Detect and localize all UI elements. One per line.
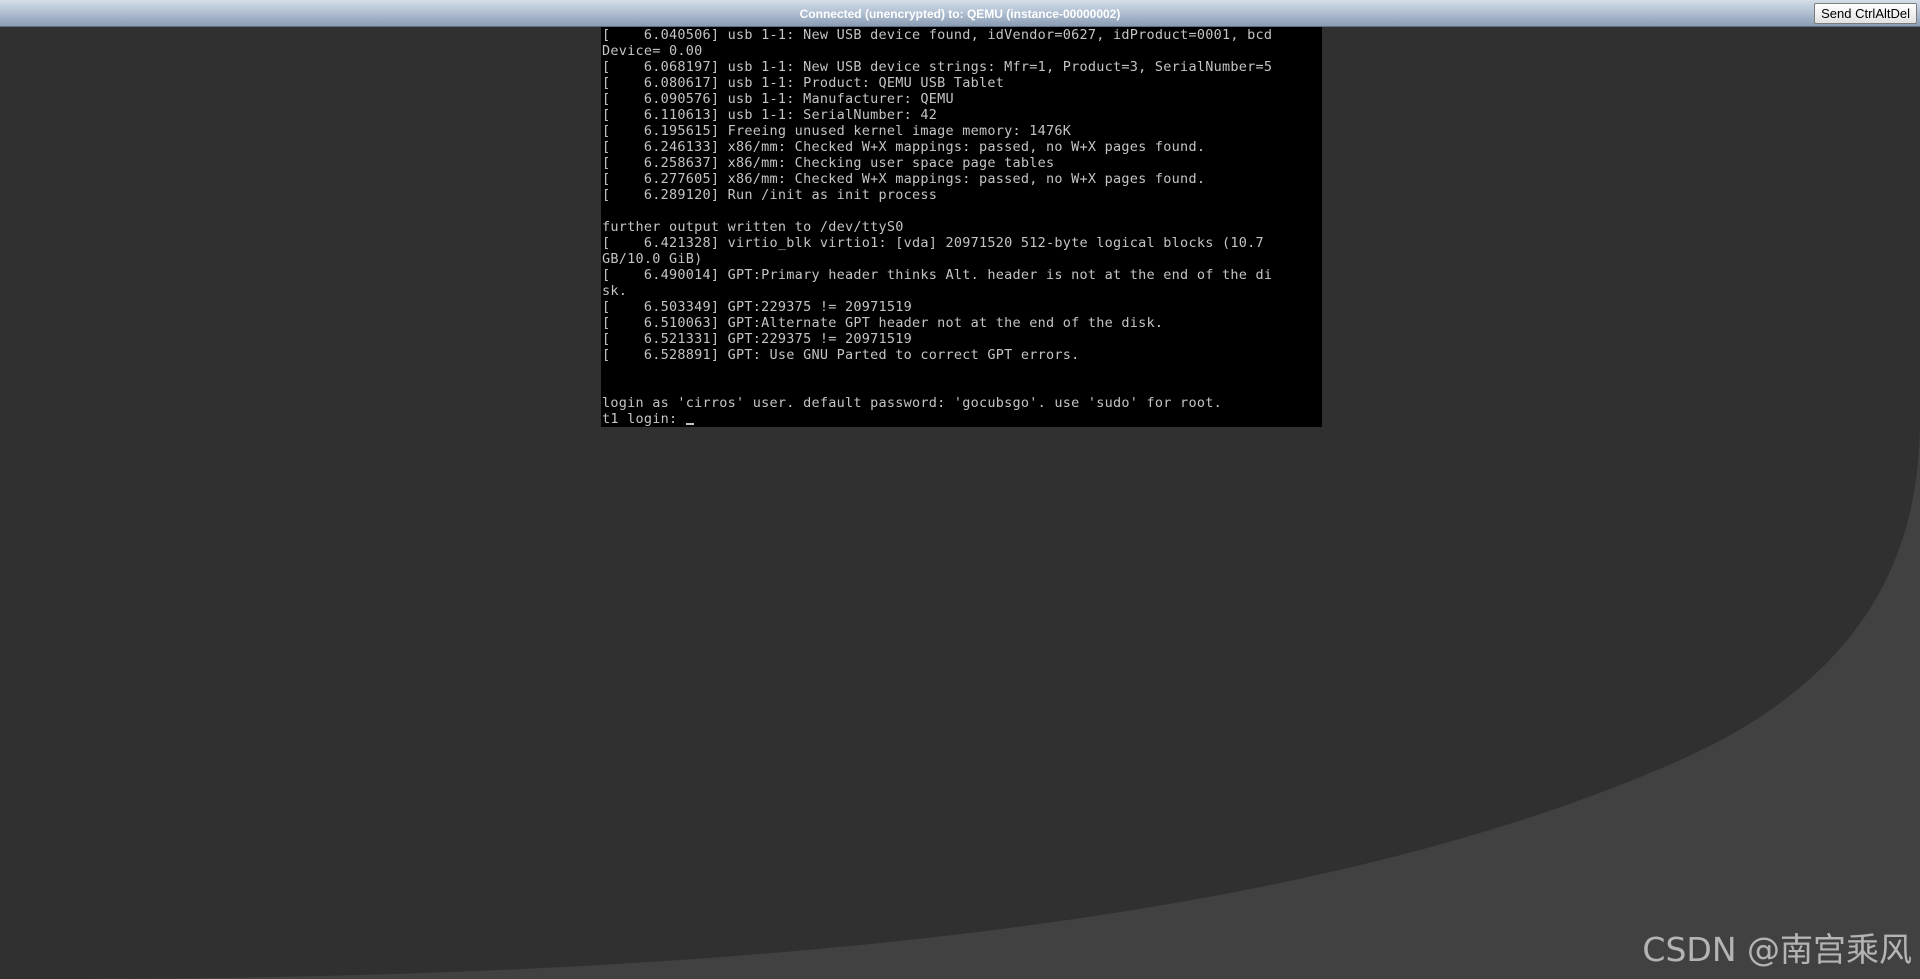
console-line: [ 6.490014] GPT:Primary header thinks Al… xyxy=(602,267,1273,283)
console-line: [ 6.258637] x86/mm: Checking user space … xyxy=(602,155,1055,171)
console-line: further output written to /dev/ttyS0 xyxy=(602,219,904,235)
text-cursor xyxy=(685,423,694,425)
console-line: login as 'cirros' user. default password… xyxy=(602,395,1222,411)
console-line: [ 6.289120] Run /init as init process xyxy=(602,187,938,203)
console-line: [ 6.277605] x86/mm: Checked W+X mappings… xyxy=(602,171,1206,187)
console-line: Device= 0.00 xyxy=(602,43,703,59)
console-line: GB/10.0 GiB) xyxy=(602,251,703,267)
vm-console-screen[interactable]: [ 6.040506] usb 1-1: New USB device foun… xyxy=(601,27,1322,427)
console-line: [ 6.040506] usb 1-1: New USB device foun… xyxy=(602,27,1273,43)
console-line: [ 6.521331] GPT:229375 != 20971519 xyxy=(602,331,912,347)
send-ctrl-alt-del-button[interactable]: Send CtrlAltDel xyxy=(1814,3,1917,24)
console-line: [ 6.510063] GPT:Alternate GPT header not… xyxy=(602,315,1164,331)
console-line: [ 6.503349] GPT:229375 != 20971519 xyxy=(602,299,912,315)
console-line: [ 6.090576] usb 1-1: Manufacturer: QEMU xyxy=(602,91,954,107)
console-line: [ 6.246133] x86/mm: Checked W+X mappings… xyxy=(602,139,1206,155)
console-line: [ 6.528891] GPT: Use GNU Parted to corre… xyxy=(602,347,1080,363)
vnc-viewer-page: Connected (unencrypted) to: QEMU (instan… xyxy=(0,0,1920,979)
console-line: [ 6.421328] virtio_blk virtio1: [vda] 20… xyxy=(602,235,1264,251)
console-line: [ 6.110613] usb 1-1: SerialNumber: 42 xyxy=(602,107,938,123)
console-output: [ 6.040506] usb 1-1: New USB device foun… xyxy=(602,27,1272,427)
csdn-watermark: CSDN @南宫乘风 xyxy=(1642,930,1912,969)
console-line: [ 6.068197] usb 1-1: New USB device stri… xyxy=(602,59,1273,75)
login-prompt: t1 login: xyxy=(602,411,686,427)
console-line: sk. xyxy=(602,283,628,299)
login-prompt-line[interactable]: t1 login: xyxy=(602,411,1272,427)
console-line: [ 6.080617] usb 1-1: Product: QEMU USB T… xyxy=(602,75,1005,91)
vnc-status-bar: Connected (unencrypted) to: QEMU (instan… xyxy=(0,0,1920,27)
connection-status-text: Connected (unencrypted) to: QEMU (instan… xyxy=(799,7,1121,21)
console-line: [ 6.195615] Freeing unused kernel image … xyxy=(602,123,1072,139)
